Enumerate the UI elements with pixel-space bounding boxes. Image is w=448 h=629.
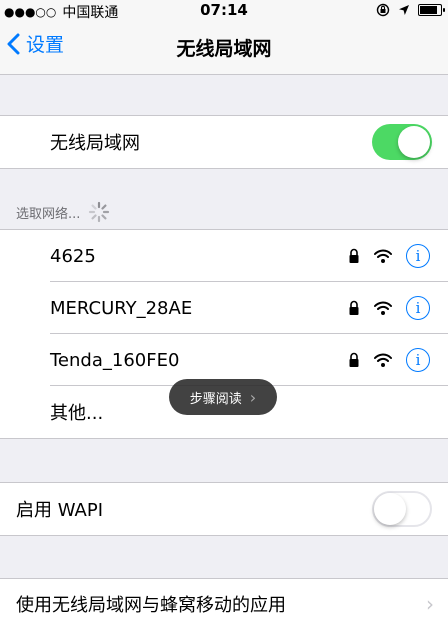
switch-knob	[374, 493, 406, 525]
battery-icon	[418, 4, 445, 16]
network-icons: i	[348, 296, 430, 320]
wapi-label: 启用 WAPI	[16, 500, 104, 521]
info-icon[interactable]: i	[406, 348, 430, 372]
wifi-toggle-label: 无线局域网	[50, 133, 140, 154]
status-bar: ●●●○○ 中国联通 07:14	[0, 0, 448, 21]
location-arrow-icon	[399, 5, 409, 15]
network-name: 4625	[50, 245, 96, 267]
orientation-lock-icon	[376, 3, 390, 17]
chevron-right-icon: ›	[426, 592, 434, 616]
wifi-signal-icon	[374, 353, 392, 367]
step-reading-toast[interactable]: 步骤阅读 ›	[169, 379, 277, 415]
wifi-toggle-group: 无线局域网	[0, 115, 448, 169]
lock-icon	[349, 300, 359, 315]
apps-group: 使用无线局域网与蜂窝移动的应用 ›	[0, 578, 448, 629]
network-row-4625[interactable]: 4625 i	[0, 230, 448, 282]
info-icon[interactable]: i	[406, 296, 430, 320]
wifi-signal-icon	[374, 301, 392, 315]
other-network-label: 其他...	[50, 403, 104, 424]
toast-label: 步骤阅读	[189, 391, 242, 407]
switch-knob	[398, 126, 430, 158]
wifi-signal-icon	[374, 249, 392, 263]
info-icon[interactable]: i	[406, 244, 430, 268]
battery-level	[420, 6, 437, 14]
navigation-bar: 设置 无线局域网	[0, 20, 448, 75]
apps-row-label: 使用无线局域网与蜂窝移动的应用	[16, 595, 286, 616]
network-icons: i	[348, 348, 430, 372]
wifi-toggle-row: 无线局域网	[0, 116, 448, 168]
page-title: 无线局域网	[176, 38, 272, 60]
wapi-switch[interactable]	[372, 491, 432, 527]
loading-spinner-icon	[89, 201, 110, 223]
apps-row[interactable]: 使用无线局域网与蜂窝移动的应用 ›	[0, 579, 448, 629]
wifi-switch[interactable]	[372, 124, 432, 160]
network-icons: i	[348, 244, 430, 268]
lock-icon	[349, 352, 359, 367]
network-name: MERCURY_28AE	[50, 297, 193, 319]
network-row-mercury[interactable]: MERCURY_28AE i	[0, 282, 448, 334]
network-section-label: 选取网络...	[16, 206, 81, 222]
wapi-group: 启用 WAPI	[0, 482, 448, 536]
wapi-row: 启用 WAPI	[0, 483, 448, 535]
status-right	[376, 3, 445, 17]
chevron-right-icon: ›	[249, 387, 257, 407]
network-name: Tenda_160FE0	[50, 349, 180, 371]
network-section-header: 选取网络...	[16, 201, 110, 223]
lock-icon	[349, 248, 359, 263]
